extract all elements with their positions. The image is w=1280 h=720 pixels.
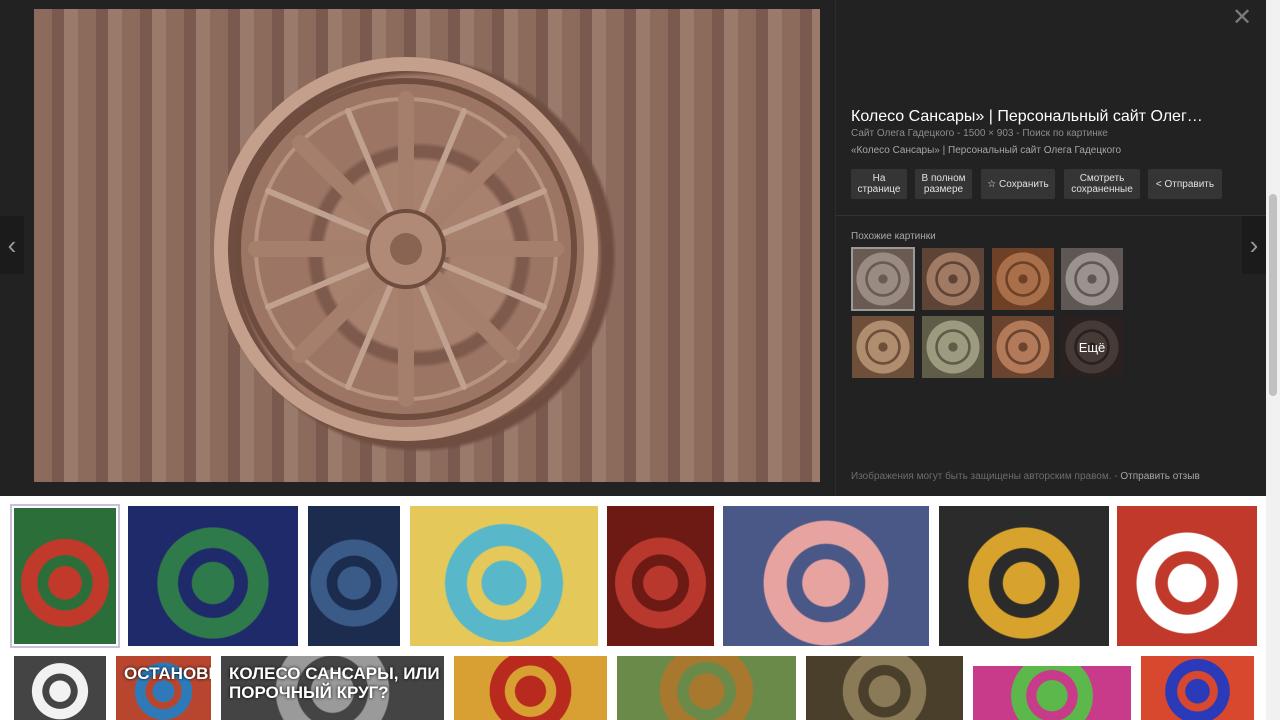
result-image-thumb[interactable] [410,506,598,646]
full-size-label-2: размере [923,184,964,195]
view-saved-button[interactable]: Смотреть сохраненные [1064,169,1140,199]
similar-image-thumb[interactable] [922,316,984,378]
result-image-thumb[interactable] [607,506,714,646]
save-button[interactable]: ☆ Сохранить [981,169,1055,199]
result-image-thumb[interactable] [308,506,400,646]
result-caption: КОЛЕСО САНСАРЫ, ИЛИ ПОРОЧНЫЙ КРУГ? [229,664,440,702]
previous-image-button[interactable]: ‹ [0,216,24,274]
view-saved-label-1: Смотреть [1079,173,1125,184]
similar-image-thumb[interactable] [992,316,1054,378]
feedback-link[interactable]: Отправить отзыв [1120,471,1199,482]
result-image-thumb[interactable] [128,506,298,646]
similar-image-thumb[interactable] [852,316,914,378]
result-image-thumb[interactable] [10,504,120,648]
share-button[interactable]: < Отправить [1148,169,1222,199]
result-image-thumb[interactable] [806,656,963,720]
image-preview-panel: ✕ ‹ › Колесо Сансары» | Персональный сай… [0,0,1266,496]
save-label: ☆ Сохранить [987,178,1049,190]
image-description: «Колесо Сансары» | Персональный сайт Оле… [851,145,1122,156]
result-image-thumb[interactable] [14,656,106,720]
result-image-thumb[interactable] [1141,656,1254,720]
result-image-thumb[interactable] [973,666,1131,720]
copyright-text: Изображения могут быть защищены авторски… [851,471,1112,482]
result-image-thumb[interactable] [617,656,796,720]
view-saved-label-2: сохраненные [1071,184,1133,195]
page-scrollbar[interactable] [1266,0,1280,720]
similar-image-thumb[interactable]: Ещё [1061,316,1123,378]
next-image-button[interactable]: › [1242,216,1266,274]
similar-image-thumb[interactable] [1061,248,1123,310]
image-search-page: ✕ ‹ › Колесо Сансары» | Персональный сай… [0,0,1280,720]
result-image-thumb[interactable] [723,506,929,646]
full-size-button[interactable]: В полном размере [915,169,972,199]
more-similar-label: Ещё [1061,316,1123,378]
result-image-thumb[interactable]: КОЛЕСО САНСАРЫ, ИЛИ ПОРОЧНЫЙ КРУГ? [221,656,444,720]
image-meta: Сайт Олега Гадецкого - 1500 × 903 - Поис… [851,128,1108,139]
image-title-link[interactable]: Колесо Сансары» | Персональный сайт Олег… [851,108,1231,126]
result-image-thumb[interactable] [939,506,1109,646]
share-label: < Отправить [1155,178,1215,190]
similar-images-label: Похожие картинки [851,231,936,242]
visit-page-label-1: На [872,173,886,184]
similar-image-thumb[interactable] [851,247,915,311]
result-image-thumb[interactable] [1117,506,1257,646]
similar-image-thumb[interactable] [922,248,984,310]
wheel-illustration [214,57,598,441]
result-image-thumb[interactable] [454,656,607,720]
full-size-label-1: В полном [921,173,966,184]
result-image-thumb[interactable]: ОСТАНОВИТЕ [116,656,211,720]
scrollbar-thumb[interactable] [1269,194,1277,396]
close-icon[interactable]: ✕ [1230,6,1254,30]
preview-image[interactable] [34,9,820,482]
visit-page-label-2: странице [857,184,901,195]
section-divider [836,215,1266,216]
similar-image-thumb[interactable] [992,248,1054,310]
panel-separator [835,0,836,496]
visit-page-button[interactable]: На странице [851,169,907,199]
copyright-notice: Изображения могут быть защищены авторски… [851,471,1200,482]
result-caption: ОСТАНОВИТЕ [124,664,211,683]
